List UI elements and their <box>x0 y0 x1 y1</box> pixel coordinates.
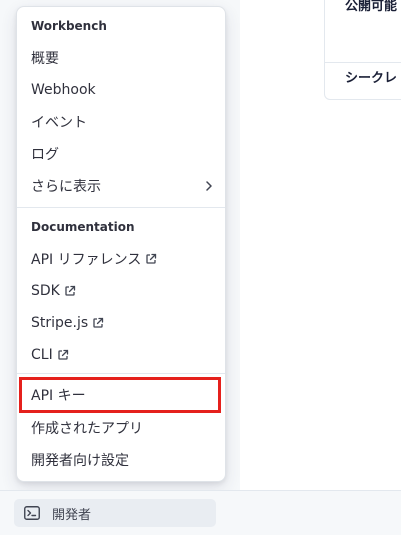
workbench-section-title: Workbench <box>31 19 107 33</box>
menu-item-label: SDK <box>31 283 60 299</box>
menu-item-created-apps[interactable]: 作成されたアプリ <box>17 415 225 441</box>
menu-item-logs[interactable]: ログ <box>17 141 225 167</box>
menu-item-label: 概要 <box>31 51 59 67</box>
menu-item-sdk[interactable]: SDK <box>17 278 225 304</box>
publishable-key-label: 公開可能 <box>345 0 398 14</box>
external-link-icon <box>58 349 68 360</box>
documentation-section-title: Documentation <box>31 220 135 234</box>
menu-item-label: Stripe.js <box>31 315 89 331</box>
menu-item-developer-settings[interactable]: 開発者向け設定 <box>17 447 225 473</box>
external-link-icon <box>93 317 104 328</box>
api-keys-card: 公開可能 シークレ <box>324 0 401 100</box>
developers-button-label: 開発者 <box>52 507 92 523</box>
menu-divider <box>17 373 225 374</box>
menu-item-label: Webhook <box>31 82 96 98</box>
chevron-right-icon <box>206 181 212 191</box>
menu-item-label: ログ <box>31 147 59 163</box>
menu-divider <box>17 207 225 208</box>
menu-item-webhook[interactable]: Webhook <box>17 77 225 103</box>
terminal-icon <box>24 506 40 520</box>
menu-item-cli[interactable]: CLI <box>17 342 225 368</box>
secret-key-label: シークレ <box>345 71 398 86</box>
external-link-icon <box>65 285 76 296</box>
bottom-bar: 開発者 <box>0 490 401 535</box>
developers-button[interactable]: 開発者 <box>14 499 216 527</box>
developers-menu: Workbench 概要 Webhook イベント ログ さらに表示 Docum… <box>16 6 226 482</box>
menu-item-label: API リファレンス <box>31 252 142 268</box>
menu-item-stripe-js[interactable]: Stripe.js <box>17 310 225 336</box>
menu-item-overview[interactable]: 概要 <box>17 45 225 71</box>
menu-item-label: さらに表示 <box>31 179 101 195</box>
menu-item-label: 開発者向け設定 <box>31 453 129 469</box>
external-link-icon <box>146 253 157 264</box>
menu-item-label: 作成されたアプリ <box>31 421 143 437</box>
menu-item-label: イベント <box>31 115 87 131</box>
menu-item-events[interactable]: イベント <box>17 109 225 135</box>
menu-item-api-reference[interactable]: API リファレンス <box>17 246 225 272</box>
menu-item-show-more[interactable]: さらに表示 <box>17 173 225 199</box>
card-divider <box>325 62 401 63</box>
menu-item-label: CLI <box>31 347 53 363</box>
api-keys-highlight-box <box>19 377 221 413</box>
